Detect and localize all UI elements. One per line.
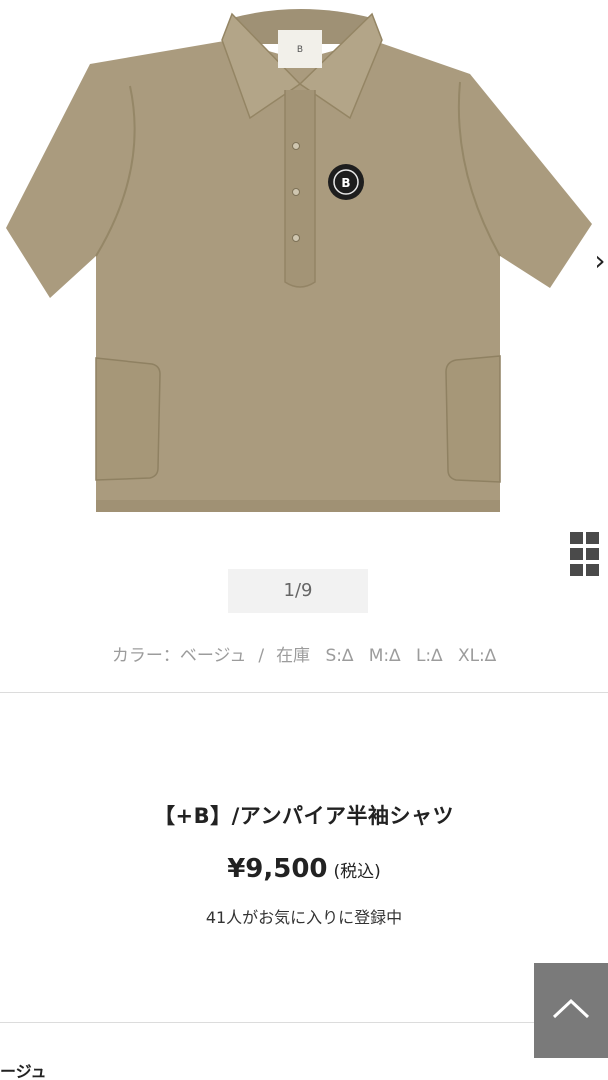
next-arrow-icon[interactable]: › [592,236,608,286]
stock-label: 在庫 [276,646,311,666]
product-page: B B › 1/9 カラー：ベージュ / 在庫 S:∆ M:∆ L:∆ XL:∆… [0,0,608,1080]
product-image-carousel[interactable]: B B › [0,0,608,560]
back-to-top-button[interactable] [534,963,608,1058]
product-title: 【+B】/アンパイア半袖シャツ [154,804,454,828]
size-stock-m: M:∆ [368,646,401,666]
product-price: ¥9,500 [227,854,328,884]
size-stock-s: S:∆ [325,646,354,666]
grid-view-icon[interactable] [566,528,602,580]
svg-text:B: B [297,45,303,55]
separator: / [258,646,265,666]
size-stock-l: L:∆ [415,646,443,666]
section-divider-bottom [0,1022,534,1023]
size-stock-xl: XL:∆ [457,646,497,666]
tax-note: (税込) [333,862,381,882]
partial-color-label: ージュ [0,1062,47,1080]
color-label: カラー：ベージュ [111,646,247,666]
chevron-up-icon [552,998,590,1019]
section-divider [0,692,608,693]
svg-text:B: B [341,176,350,190]
color-stock-info: カラー：ベージュ / 在庫 S:∆ M:∆ L:∆ XL:∆ [0,638,608,674]
product-photo: B B [6,9,592,512]
image-pager: 1/9 [228,569,368,613]
favorite-count: 41人がお気に入りに登録中 [205,908,403,927]
prev-slide-edge[interactable] [0,222,10,272]
price-row: ¥9,500 (税込) [0,854,608,884]
